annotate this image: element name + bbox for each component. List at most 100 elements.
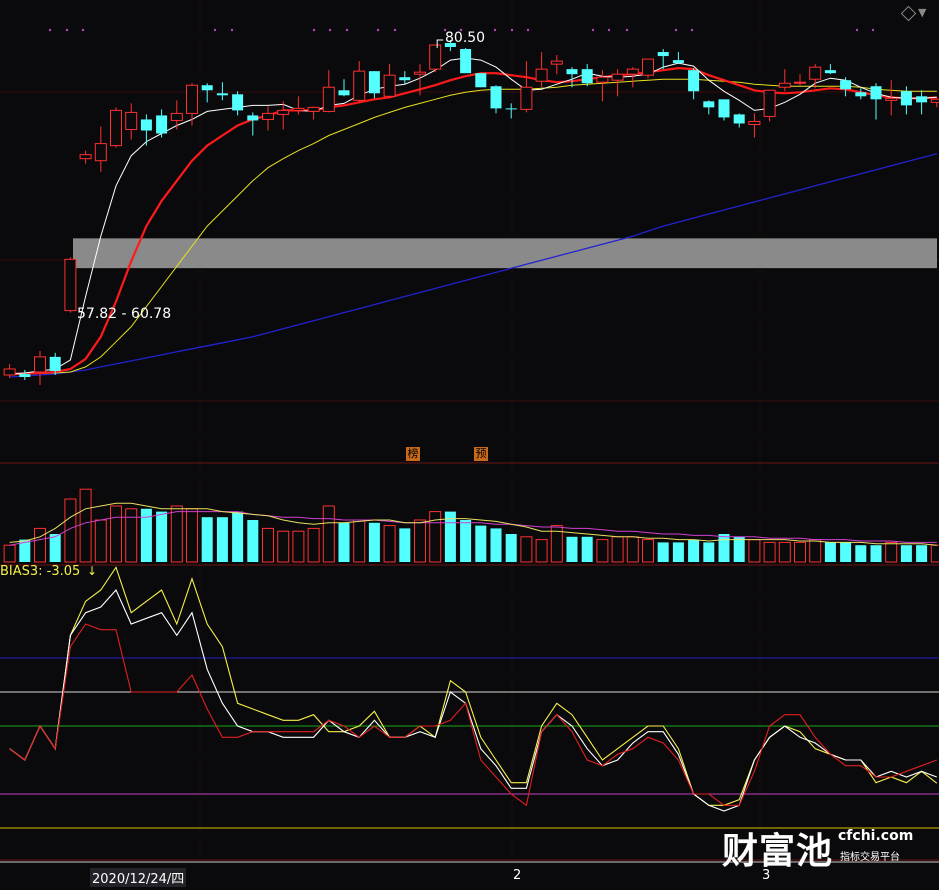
candle-body [688, 70, 700, 92]
candle-body [581, 69, 593, 84]
volume-bar [475, 525, 487, 562]
candle-body [824, 70, 836, 74]
price-high-label: 80.50 [445, 30, 486, 46]
candle-body [930, 98, 939, 103]
candle-body [840, 80, 852, 90]
candle-body [520, 86, 533, 110]
volume-bar [642, 539, 654, 563]
volume-bar [566, 536, 578, 562]
volume-bar [824, 542, 836, 562]
candle-body [809, 66, 822, 80]
marker-dot [376, 28, 380, 32]
tag-bang: 榜 [406, 447, 420, 461]
candle-body [566, 69, 578, 75]
candle-body [307, 106, 320, 112]
volume-bar [156, 511, 168, 562]
candle-body [110, 109, 122, 147]
candle-body [916, 96, 928, 103]
volume-bar [626, 536, 639, 563]
candle-body [186, 84, 198, 114]
candle-body [292, 107, 305, 111]
candle-body [855, 92, 867, 97]
candle-body [232, 94, 244, 111]
candle-body [778, 82, 791, 88]
candle-body [277, 109, 290, 115]
marker-dot [312, 28, 316, 32]
date-cursor-label: 2020/12/24/四 [90, 868, 187, 887]
volume-bar [399, 528, 411, 562]
volume-bar [596, 539, 609, 563]
volume-bar [110, 505, 122, 563]
marker-dot [510, 28, 514, 32]
volume-bar [277, 530, 290, 563]
candle-body [414, 71, 426, 75]
volume-bar [733, 536, 745, 562]
candle-body [626, 68, 639, 75]
candle-body [201, 85, 213, 91]
marker-dot [81, 28, 85, 32]
volume-bar [34, 527, 46, 563]
candle-body [475, 73, 487, 88]
marker-dot [690, 28, 694, 32]
volume-bar [581, 536, 593, 562]
candle-body [657, 52, 669, 57]
candle-body [79, 154, 92, 160]
candle-body [460, 49, 472, 74]
candle-body [703, 101, 715, 108]
marker-dot [393, 28, 397, 32]
marker-dot [871, 28, 875, 32]
volume-bar [778, 541, 791, 563]
candle-body [125, 111, 138, 131]
volume-bar [262, 527, 274, 563]
marker-dot [213, 28, 217, 32]
marker-dot [526, 28, 530, 32]
marker-dot [855, 28, 859, 32]
candle-body [322, 86, 335, 112]
candle-body [611, 73, 624, 81]
candle-body [900, 91, 912, 106]
candle-body [429, 44, 442, 70]
price-zone-label: 57.82 - 60.78 [77, 306, 172, 322]
stock-chart [0, 0, 939, 890]
volume-bar [520, 536, 533, 563]
volume-bar [414, 519, 426, 563]
tag-yu: 预 [474, 447, 488, 461]
marker-dot [493, 28, 497, 32]
candle-body [338, 90, 350, 96]
watermark-domain: cfchi.com [838, 828, 914, 844]
candle-body [216, 93, 228, 96]
volume-bar [688, 539, 700, 562]
candle-body [870, 86, 882, 100]
volume-bar [855, 545, 867, 562]
volume-bar [3, 544, 16, 563]
volume-bar [505, 534, 517, 562]
candle-body [718, 99, 730, 118]
marker-dot [230, 28, 234, 32]
candle-body [885, 97, 898, 101]
candle-body [748, 120, 761, 125]
price-zone [73, 238, 937, 269]
marker-dot [345, 28, 349, 32]
candle-body [535, 68, 548, 82]
x-tick-label: 2 [513, 868, 522, 883]
candle-body [156, 115, 168, 134]
volume-bar [247, 520, 259, 562]
watermark-logo: 财富池 [722, 831, 834, 872]
volume-bar [368, 522, 380, 562]
watermark-subtitle: 指标交易平台 [840, 852, 900, 863]
volume-bar [460, 520, 472, 562]
chevron-down-icon[interactable]: ▼ [918, 6, 926, 19]
bias-arrow-icon: ↓ [87, 564, 98, 578]
candle-body [733, 114, 745, 124]
candle-body [140, 119, 152, 131]
marker-dot [328, 28, 332, 32]
volume-bar [763, 541, 776, 563]
volume-bar [809, 539, 822, 563]
volume-bar [657, 542, 669, 562]
volume-bar [201, 517, 213, 562]
candle-body [3, 368, 16, 376]
candle-body [19, 373, 31, 377]
candle-body [596, 76, 609, 83]
marker-dot [65, 28, 69, 32]
candle-body [34, 356, 46, 373]
